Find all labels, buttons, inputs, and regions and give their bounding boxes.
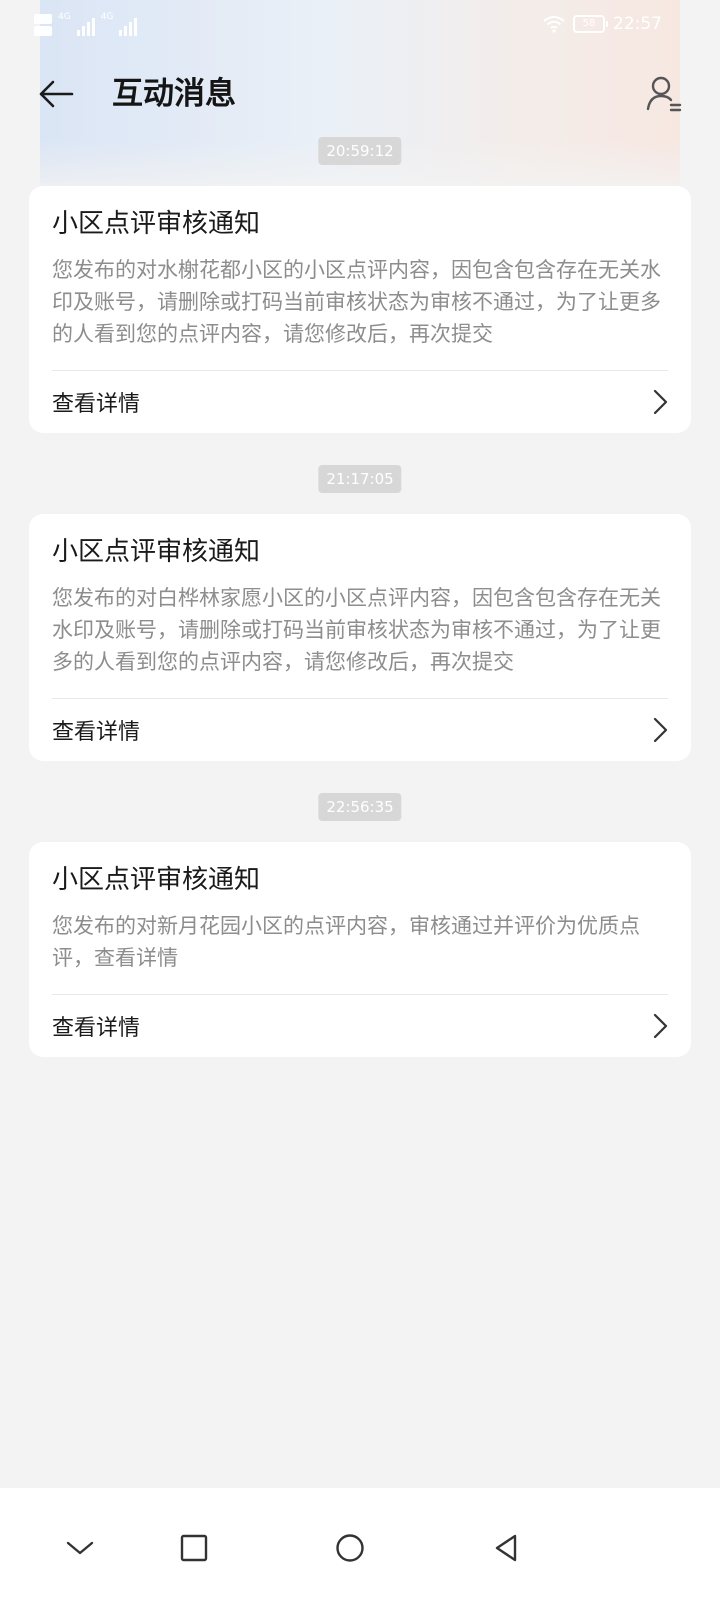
signal-area: 4G 4G bbox=[34, 12, 138, 36]
wifi-icon bbox=[543, 16, 565, 33]
circle-icon bbox=[336, 1534, 364, 1562]
chevron-right-icon bbox=[653, 717, 668, 743]
square-icon bbox=[180, 1534, 208, 1562]
user-settings-button[interactable] bbox=[640, 70, 688, 118]
view-details-label: 查看详情 bbox=[52, 720, 141, 745]
message-time-chip: 20:59:12 bbox=[318, 137, 402, 165]
status-bar: 4G 4G 58 22:57 bbox=[0, 0, 720, 54]
arrow-left-icon bbox=[39, 80, 74, 108]
hd-icon bbox=[34, 14, 52, 36]
message-body: 您发布的对水榭花都小区的小区点评内容，因包含包含存在无关水印及账号，请删除或打码… bbox=[52, 254, 668, 371]
message-time-chip: 22:56:35 bbox=[318, 793, 402, 821]
system-navigation-bar bbox=[0, 1488, 720, 1612]
network-type-2: 4G bbox=[100, 12, 114, 22]
user-list-icon bbox=[646, 76, 682, 112]
view-details-button[interactable]: 查看详情 bbox=[52, 699, 668, 761]
nav-hide-button[interactable] bbox=[48, 1516, 112, 1580]
message-card: 小区点评审核通知 您发布的对白桦林家愿小区的小区点评内容，因包含包含存在无关水印… bbox=[29, 514, 691, 761]
message-body: 您发布的对新月花园小区的点评内容，审核通过并评价为优质点评，查看详情 bbox=[52, 910, 668, 995]
message-title: 小区点评审核通知 bbox=[52, 865, 261, 895]
message-title: 小区点评审核通知 bbox=[52, 209, 261, 239]
page-title: 互动消息 bbox=[112, 76, 236, 112]
message-card: 小区点评审核通知 您发布的对水榭花都小区的小区点评内容，因包含包含存在无关水印及… bbox=[29, 186, 691, 433]
back-button[interactable] bbox=[32, 70, 80, 118]
view-details-button[interactable]: 查看详情 bbox=[52, 371, 668, 433]
message-title: 小区点评审核通知 bbox=[52, 537, 261, 567]
signal-bars-icon bbox=[76, 16, 95, 36]
status-right: 58 22:57 bbox=[543, 14, 662, 34]
view-details-label: 查看详情 bbox=[52, 392, 141, 417]
message-time-chip: 21:17:05 bbox=[318, 465, 402, 493]
signal-bars-icon-2 bbox=[119, 16, 138, 36]
battery-icon: 58 bbox=[573, 15, 608, 33]
view-details-label: 查看详情 bbox=[52, 1016, 141, 1041]
network-type-1: 4G bbox=[58, 12, 71, 22]
chevron-right-icon bbox=[653, 389, 668, 415]
chevron-down-icon bbox=[66, 1541, 94, 1555]
message-card: 小区点评审核通知 您发布的对新月花园小区的点评内容，审核通过并评价为优质点评，查… bbox=[29, 842, 691, 1057]
triangle-back-icon bbox=[495, 1534, 517, 1562]
status-time: 22:57 bbox=[613, 14, 662, 34]
nav-back-button[interactable] bbox=[474, 1516, 538, 1580]
message-body: 您发布的对白桦林家愿小区的小区点评内容，因包含包含存在无关水印及账号，请删除或打… bbox=[52, 582, 668, 699]
nav-recents-button[interactable] bbox=[162, 1516, 226, 1580]
view-details-button[interactable]: 查看详情 bbox=[52, 995, 668, 1057]
nav-home-button[interactable] bbox=[318, 1516, 382, 1580]
chevron-right-icon bbox=[653, 1013, 668, 1039]
app-header: 互动消息 bbox=[0, 62, 720, 128]
